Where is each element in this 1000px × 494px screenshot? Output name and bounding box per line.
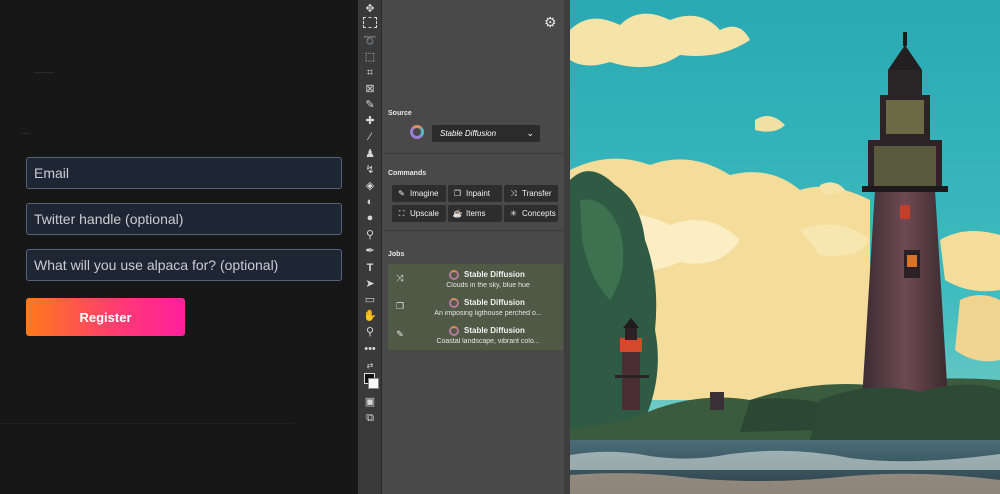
source-select[interactable]: Stable Diffusion ⌄: [432, 125, 540, 142]
tools-toolbar: ✥ ➰ ⬚ ⌗ ⊠ ✎ ✚ ⁄ ♟ ↯ ◈ ◐ ● ⚲ ✒ T ➤ ▭ ✋ ⚲ …: [358, 0, 382, 494]
lasso-tool-icon[interactable]: ➰: [361, 34, 379, 48]
hand-tool-icon[interactable]: ✋: [361, 309, 379, 323]
source-select-value: Stable Diffusion: [440, 129, 497, 138]
source-heading: Source: [388, 110, 412, 117]
command-label: Concepts: [522, 209, 556, 218]
blur-tool-icon[interactable]: ●: [361, 211, 379, 225]
job-description: Clouds in the sky, blue hue: [446, 282, 530, 289]
paint-bucket-icon[interactable]: ◐: [361, 195, 379, 209]
items-command-button[interactable]: ☕ Items: [448, 205, 502, 222]
divider: [34, 72, 54, 73]
chevron-down-icon: ⌄: [526, 128, 534, 138]
concepts-command-button[interactable]: ✳ Concepts: [504, 205, 558, 222]
pencil-icon: ✎: [396, 329, 404, 339]
healing-brush-icon[interactable]: ✚: [361, 114, 379, 128]
email-field[interactable]: Email: [26, 157, 342, 189]
commands-heading: Commands: [388, 170, 427, 177]
divider: [382, 153, 570, 154]
layers-icon: ❐: [453, 189, 462, 198]
pen-tool-icon[interactable]: ✒: [361, 244, 379, 258]
clone-stamp-icon[interactable]: ♟: [361, 147, 379, 161]
divider: [382, 230, 570, 231]
frame-tool-icon[interactable]: ⊠: [361, 82, 379, 96]
expand-icon: ⛶: [398, 209, 405, 218]
divider: [0, 423, 295, 424]
stable-diffusion-logo-icon: [449, 270, 459, 280]
job-title: Stable Diffusion: [464, 326, 525, 335]
plugin-panel: ⚙ Source Stable Diffusion ⌄ Commands ✎ Im…: [382, 0, 570, 494]
twitter-handle-field[interactable]: Twitter handle (optional): [26, 203, 342, 235]
command-label: Items: [466, 209, 486, 218]
eyedropper-tool-icon[interactable]: ✎: [361, 98, 379, 112]
stable-diffusion-logo-icon: [449, 326, 459, 336]
job-description: Coastal landscape, vibrant colo...: [436, 338, 540, 345]
job-item[interactable]: ❐ Stable Diffusion An imposing ligthouse…: [388, 293, 563, 321]
crop-tool-icon[interactable]: ⌗: [361, 66, 379, 80]
rectangle-tool-icon[interactable]: ▭: [361, 293, 379, 307]
imagine-command-button[interactable]: ✎ Imagine: [392, 185, 446, 202]
stable-diffusion-logo-icon: [449, 298, 459, 308]
type-tool-icon[interactable]: T: [361, 261, 379, 275]
document-canvas[interactable]: [570, 0, 1000, 494]
command-label: Inpaint: [466, 189, 491, 198]
command-label: Transfer: [522, 189, 552, 198]
zoom-tool-icon[interactable]: ⚲: [361, 325, 379, 339]
inpaint-command-button[interactable]: ❐ Inpaint: [448, 185, 502, 202]
register-button[interactable]: Register: [26, 298, 185, 336]
command-label: Imagine: [410, 189, 439, 198]
teapot-icon: ☕: [452, 209, 463, 218]
swap-colors-icon[interactable]: ⇄: [361, 359, 379, 373]
shuffle-icon: ⤨: [396, 273, 404, 283]
object-select-tool-icon[interactable]: ⬚: [361, 50, 379, 64]
usage-field[interactable]: What will you use alpaca for? (optional): [26, 249, 342, 281]
divider: [22, 133, 30, 134]
signup-form-area: Email Twitter handle (optional) What wil…: [0, 0, 358, 494]
jobs-list: ⤨ Stable Diffusion Clouds in the sky, bl…: [388, 264, 563, 350]
gear-icon[interactable]: ⚙: [544, 14, 557, 31]
job-item[interactable]: ✎ Stable Diffusion Coastal landscape, vi…: [388, 321, 563, 349]
path-select-icon[interactable]: ➤: [361, 277, 379, 291]
screen-mode-icon[interactable]: ⧉: [361, 411, 379, 425]
jobs-heading: Jobs: [388, 251, 405, 258]
eraser-tool-icon[interactable]: ◈: [361, 179, 379, 193]
quick-mask-icon[interactable]: ▣: [361, 395, 379, 409]
upscale-command-button[interactable]: ⛶ Upscale: [392, 205, 446, 222]
background-color-swatch[interactable]: [368, 378, 379, 389]
marquee-tool-icon[interactable]: [363, 17, 377, 28]
stable-diffusion-logo-icon: [410, 125, 424, 139]
history-brush-icon[interactable]: ↯: [361, 163, 379, 177]
job-item[interactable]: ⤨ Stable Diffusion Clouds in the sky, bl…: [388, 265, 563, 293]
move-tool-icon[interactable]: ✥: [361, 2, 379, 16]
more-tools-icon[interactable]: •••: [361, 342, 379, 356]
job-title: Stable Diffusion: [464, 270, 525, 279]
dodge-tool-icon[interactable]: ⚲: [361, 228, 379, 242]
layers-icon: ❐: [395, 301, 405, 311]
job-title: Stable Diffusion: [464, 298, 525, 307]
sparkle-icon: ✳: [510, 209, 517, 218]
job-description: An imposing ligthouse perched o...: [434, 310, 542, 317]
transfer-command-button[interactable]: ⤨ Transfer: [504, 185, 558, 202]
brush-tool-icon[interactable]: ⁄: [361, 130, 379, 144]
pencil-icon: ✎: [398, 189, 405, 198]
command-label: Upscale: [410, 209, 439, 218]
shuffle-icon: ⤨: [510, 189, 517, 198]
lighthouse-image: [570, 0, 1000, 494]
